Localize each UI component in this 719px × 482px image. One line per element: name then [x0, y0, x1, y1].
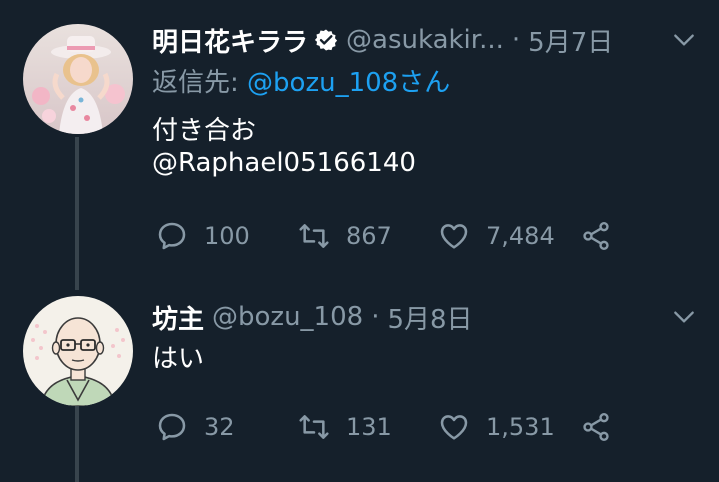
timestamp[interactable]: 5月8日	[387, 299, 472, 336]
reply-button[interactable]: 100	[156, 218, 250, 254]
chevron-down-icon[interactable]	[671, 304, 697, 330]
tweet-actions: 100 867 7,484	[156, 218, 626, 254]
thread-line	[75, 137, 79, 290]
reply-button[interactable]: 32	[156, 409, 235, 445]
retweet-icon	[299, 224, 329, 248]
tweet-header: 坊主 @bozu_108 · 5月8日	[152, 299, 473, 335]
mention-link[interactable]: @Raphael05166140	[152, 148, 416, 178]
tweet-header: 明日花キララ @asukakir... · 5月7日	[152, 22, 613, 58]
like-count: 7,484	[486, 222, 555, 250]
separator: ·	[371, 302, 380, 332]
display-name[interactable]: 坊主	[152, 299, 204, 336]
like-icon	[440, 415, 468, 440]
share-button[interactable]	[580, 409, 612, 445]
timestamp[interactable]: 5月7日	[528, 22, 613, 59]
tweet-actions: 32 131 1,531	[156, 409, 626, 445]
share-button[interactable]	[580, 218, 612, 254]
reply-label: 返信先:	[152, 68, 248, 98]
retweet-count: 867	[346, 222, 392, 250]
retweet-count: 131	[346, 413, 392, 441]
retweet-icon	[299, 415, 329, 439]
chevron-down-icon[interactable]	[671, 27, 697, 53]
share-icon	[583, 413, 609, 441]
separator: ·	[511, 25, 521, 55]
verified-badge-icon	[314, 29, 338, 51]
tweet-text: はい	[152, 344, 205, 374]
share-icon	[583, 222, 609, 250]
reply-context: 返信先: @bozu_108さん	[152, 62, 450, 99]
thread-line	[75, 405, 79, 482]
tweet-text: 付き合お	[152, 116, 257, 146]
avatar[interactable]	[23, 296, 133, 406]
like-button[interactable]: 1,531	[438, 409, 555, 445]
display-name[interactable]: 明日花キララ	[152, 22, 308, 59]
retweet-button[interactable]: 131	[298, 409, 392, 445]
reply-to-link[interactable]: @bozu_108さん	[247, 68, 450, 98]
reply-icon	[158, 413, 186, 441]
retweet-button[interactable]: 867	[298, 218, 392, 254]
like-button[interactable]: 7,484	[438, 218, 555, 254]
avatar[interactable]	[23, 24, 133, 134]
reply-count: 100	[204, 222, 250, 250]
handle[interactable]: @bozu_108	[212, 302, 363, 332]
like-icon	[440, 224, 468, 249]
reply-count: 32	[204, 413, 235, 441]
reply-icon	[158, 222, 186, 250]
handle[interactable]: @asukakir...	[346, 25, 504, 55]
like-count: 1,531	[486, 413, 555, 441]
